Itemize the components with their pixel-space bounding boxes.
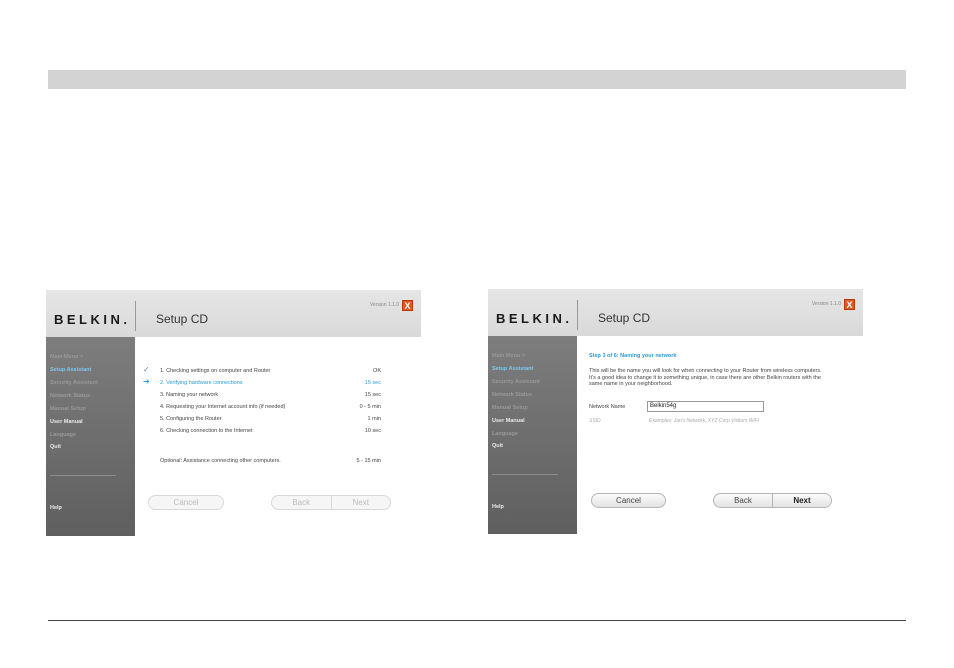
sidebar-item-main-menu[interactable]: Main Menu > — [492, 353, 525, 359]
step-label: 4. Requesting your Internet account info… — [160, 404, 286, 410]
belkin-logo: BELKIN. — [496, 311, 573, 326]
step-label: 3. Naming your network — [160, 392, 219, 398]
optional-row: Optional: Assistance connecting other co… — [160, 458, 381, 464]
sidebar: Main Menu > Setup Assistant Security Ass… — [46, 337, 135, 536]
sidebar-item-help[interactable]: Help — [492, 504, 504, 510]
sidebar-item-user-manual[interactable]: User Manual — [492, 418, 525, 424]
ssid-label: SSID — [589, 418, 601, 424]
step-row: 1. Checking settings on computer and Rou… — [160, 368, 381, 374]
optional-time: 5 - 15 min — [356, 458, 381, 464]
step-time: 15 sec — [364, 392, 381, 398]
setup-cd-window-step-3: BELKIN. Setup CD Version 1.1.0 X Main Me… — [488, 289, 863, 534]
next-button[interactable]: Next — [330, 496, 391, 509]
optional-label: Optional: Assistance connecting other co… — [160, 458, 281, 464]
window-header: BELKIN. Setup CD Version 1.1.0 X — [46, 290, 421, 337]
belkin-logo: BELKIN. — [54, 312, 131, 327]
step-row: 4. Requesting your Internet account info… — [160, 404, 381, 410]
sidebar-item-language[interactable]: Language — [50, 432, 76, 438]
cancel-button[interactable]: Cancel — [591, 493, 666, 508]
step-description: This will be the name you will look for … — [589, 368, 822, 387]
sidebar-item-network-status[interactable]: Network Status — [492, 392, 532, 398]
version-label: Version 1.1.0 — [369, 302, 399, 308]
sidebar-item-security-assistant[interactable]: Security Assistant — [50, 380, 98, 386]
step-time: OK — [373, 368, 381, 374]
content-panel: ✓ ➔ 1. Checking settings on computer and… — [135, 337, 421, 536]
sidebar: Main Menu > Setup Assistant Security Ass… — [488, 336, 577, 534]
step-row: 5. Configuring the Router 1 min — [160, 416, 381, 422]
back-button[interactable]: Back — [714, 494, 772, 507]
step-time: 1 min — [367, 416, 381, 422]
step-time: 15 sec — [364, 380, 381, 386]
footer-rule — [48, 620, 906, 621]
network-name-input[interactable]: Belkin54g — [647, 401, 764, 412]
sidebar-item-help[interactable]: Help — [50, 505, 62, 511]
sidebar-item-main-menu[interactable]: Main Menu > — [50, 354, 83, 360]
window-header: BELKIN. Setup CD Version 1.1.0 X — [488, 289, 863, 336]
checkmark-icon: ✓ — [143, 365, 150, 374]
window-title: Setup CD — [156, 312, 209, 326]
step-time: 10 sec — [364, 428, 381, 434]
sidebar-separator — [50, 475, 116, 476]
back-next-button-group: Back Next — [271, 495, 391, 510]
step-row-current: 2. Verifying hardware connections 15 sec — [160, 380, 381, 386]
step-label: 6. Checking connection to the Internet — [160, 428, 253, 434]
sidebar-item-security-assistant[interactable]: Security Assistant — [492, 379, 540, 385]
sidebar-item-quit[interactable]: Quit — [492, 443, 503, 449]
sidebar-item-network-status[interactable]: Network Status — [50, 393, 90, 399]
step-time: 0 - 5 min — [359, 404, 381, 410]
cancel-button[interactable]: Cancel — [148, 495, 224, 510]
next-button[interactable]: Next — [772, 494, 831, 507]
step-label: 5. Configuring the Router — [160, 416, 222, 422]
step-label: 1. Checking settings on computer and Rou… — [160, 368, 271, 374]
sidebar-item-manual-setup[interactable]: Manual Setup — [492, 405, 528, 411]
arrow-right-icon: ➔ — [143, 377, 150, 386]
sidebar-item-manual-setup[interactable]: Manual Setup — [50, 406, 86, 412]
content-panel: Step 3 of 6: Naming your network This wi… — [577, 336, 863, 534]
step-title: Step 3 of 6: Naming your network — [589, 353, 677, 359]
close-icon[interactable]: X — [402, 300, 413, 311]
sidebar-item-quit[interactable]: Quit — [50, 444, 61, 450]
header-divider — [577, 300, 578, 330]
back-button[interactable]: Back — [272, 496, 331, 509]
version-label: Version 1.1.0 — [811, 301, 841, 307]
setup-cd-window-step-2: BELKIN. Setup CD Version 1.1.0 X Main Me… — [46, 290, 421, 536]
back-next-button-group: Back Next — [713, 493, 832, 508]
sidebar-item-user-manual[interactable]: User Manual — [50, 419, 83, 425]
step-row: 6. Checking connection to the Internet 1… — [160, 428, 381, 434]
sidebar-separator — [492, 474, 558, 475]
sidebar-item-setup-assistant[interactable]: Setup Assistant — [50, 367, 91, 373]
network-name-label: Network Name — [589, 404, 626, 410]
sidebar-item-setup-assistant[interactable]: Setup Assistant — [492, 366, 533, 372]
ssid-example-hint: Examples: Jan's Network, XYZ Corp Visito… — [649, 418, 759, 424]
step-label: 2. Verifying hardware connections — [160, 380, 243, 386]
header-divider — [135, 301, 136, 331]
sidebar-item-language[interactable]: Language — [492, 431, 518, 437]
window-title: Setup CD — [598, 311, 651, 325]
header-bar — [48, 70, 906, 89]
close-icon[interactable]: X — [844, 299, 855, 310]
step-row: 3. Naming your network 15 sec — [160, 392, 381, 398]
